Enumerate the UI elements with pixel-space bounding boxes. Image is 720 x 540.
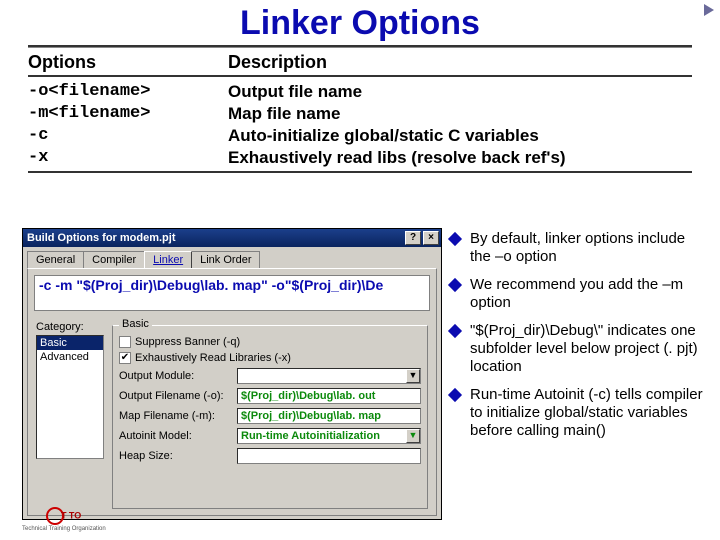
bullet-text: By default, linker options include the –… — [470, 230, 710, 266]
output-filename-input[interactable]: $(Proj_dir)\Debug\lab. out — [237, 388, 421, 404]
tto-logo: T TO Technical Training Organization — [22, 507, 106, 534]
option-flag: -o<filename> — [28, 81, 228, 103]
tab-linker[interactable]: Linker — [144, 251, 192, 268]
options-table-header: Options Description — [28, 52, 692, 77]
option-desc: Map file name — [228, 103, 692, 125]
bullet-item: By default, linker options include the –… — [450, 230, 710, 266]
option-flag: -x — [28, 147, 228, 169]
output-module-select[interactable]: ▼ — [237, 368, 421, 384]
map-filename-label: Map Filename (-m): — [119, 410, 237, 422]
tab-compiler[interactable]: Compiler — [83, 251, 145, 268]
command-line-box[interactable]: -c -m "$(Proj_dir)\Debug\lab. map" -o"$(… — [34, 275, 430, 311]
output-filename-label: Output Filename (-o): — [119, 390, 237, 402]
output-module-label: Output Module: — [119, 370, 237, 382]
next-slide-arrow[interactable] — [704, 4, 714, 16]
category-list[interactable]: Basic Advanced — [36, 335, 104, 459]
bullet-text: We recommend you add the –m option — [470, 276, 710, 312]
cmdline-prefix: -c -m "$(Proj_dir)\Debug\lab. map" — [39, 277, 272, 293]
close-button[interactable]: × — [423, 231, 439, 245]
group-title: Basic — [119, 318, 152, 330]
bullet-item: Run-time Autoinit (-c) tells compiler to… — [450, 386, 710, 440]
category-label: Category: — [36, 321, 84, 333]
suppress-banner-label: Suppress Banner (-q) — [135, 336, 240, 348]
bullet-icon — [448, 232, 462, 246]
exhaustive-checkbox[interactable]: ✔ — [119, 352, 131, 364]
option-flag: -m<filename> — [28, 103, 228, 125]
logo-text: T TO — [61, 510, 81, 520]
option-desc: Auto-initialize global/static C variable… — [228, 125, 692, 147]
table-row: -c Auto-initialize global/static C varia… — [28, 125, 692, 147]
options-table: Options Description -o<filename> Output … — [28, 52, 692, 169]
bullet-text: Run-time Autoinit (-c) tells compiler to… — [470, 386, 710, 440]
option-desc: Output file name — [228, 81, 692, 103]
output-filename-row: Output Filename (-o): $(Proj_dir)\Debug\… — [119, 388, 421, 404]
option-flag: -c — [28, 125, 228, 147]
option-desc: Exhaustively read libs (resolve back ref… — [228, 147, 692, 169]
tab-link-order[interactable]: Link Order — [191, 251, 260, 268]
header-description: Description — [228, 52, 692, 73]
suppress-banner-row: Suppress Banner (-q) — [119, 336, 421, 348]
basic-group: Basic Suppress Banner (-q) ✔ Exhaustivel… — [112, 325, 428, 509]
build-options-dialog: Build Options for modem.pjt ? × General … — [22, 228, 442, 520]
autoinit-select[interactable]: Run-time Autoinitialization ▼ — [237, 428, 421, 444]
title-rule — [28, 45, 692, 48]
exhaustive-row: ✔ Exhaustively Read Libraries (-x) — [119, 352, 421, 364]
autoinit-value: Run-time Autoinitialization — [241, 430, 380, 442]
map-filename-input[interactable]: $(Proj_dir)\Debug\lab. map — [237, 408, 421, 424]
table-row: -m<filename> Map file name — [28, 103, 692, 125]
dialog-titlebar[interactable]: Build Options for modem.pjt ? × — [23, 229, 441, 247]
bullet-list: By default, linker options include the –… — [450, 230, 710, 450]
table-row: -o<filename> Output file name — [28, 81, 692, 103]
header-options: Options — [28, 52, 228, 73]
bullet-item: "$(Proj_dir)\Debug\" indicates one subfo… — [450, 322, 710, 376]
tab-strip: General Compiler Linker Link Order — [27, 251, 437, 268]
autoinit-label: Autoinit Model: — [119, 430, 237, 442]
tab-general[interactable]: General — [27, 251, 84, 268]
cmdline-suffix: -o"$(Proj_dir)\De — [272, 277, 384, 293]
category-advanced[interactable]: Advanced — [37, 350, 103, 364]
chevron-down-icon: ▼ — [406, 369, 420, 383]
output-module-row: Output Module: ▼ — [119, 368, 421, 384]
heap-size-row: Heap Size: — [119, 448, 421, 464]
logo-subtitle: Technical Training Organization — [22, 525, 106, 534]
autoinit-row: Autoinit Model: Run-time Autoinitializat… — [119, 428, 421, 444]
bullet-item: We recommend you add the –m option — [450, 276, 710, 312]
bullet-icon — [448, 388, 462, 402]
category-basic[interactable]: Basic — [37, 336, 103, 350]
map-filename-row: Map Filename (-m): $(Proj_dir)\Debug\lab… — [119, 408, 421, 424]
heap-size-input[interactable] — [237, 448, 421, 464]
dialog-title: Build Options for modem.pjt — [27, 232, 176, 244]
exhaustive-label: Exhaustively Read Libraries (-x) — [135, 352, 291, 364]
page-title: Linker Options — [0, 0, 720, 45]
options-bottom-rule — [28, 171, 692, 173]
bullet-text: "$(Proj_dir)\Debug\" indicates one subfo… — [470, 322, 710, 376]
help-button[interactable]: ? — [405, 231, 421, 245]
table-row: -x Exhaustively read libs (resolve back … — [28, 147, 692, 169]
tab-panel-linker: -c -m "$(Proj_dir)\Debug\lab. map" -o"$(… — [27, 268, 437, 516]
bullet-icon — [448, 278, 462, 292]
heap-size-label: Heap Size: — [119, 450, 237, 462]
bullet-icon — [448, 324, 462, 338]
suppress-banner-checkbox[interactable] — [119, 336, 131, 348]
chevron-down-icon: ▼ — [406, 429, 420, 443]
